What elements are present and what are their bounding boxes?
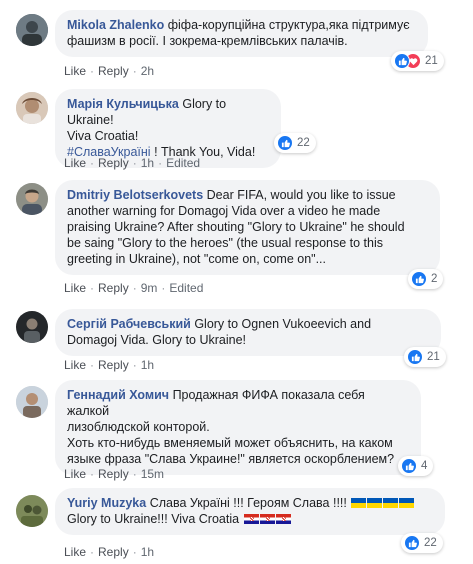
reaction-count: 21 xyxy=(427,351,440,363)
comment-time[interactable]: 1h xyxy=(141,358,154,372)
comment-time[interactable]: 1h xyxy=(141,156,154,170)
reply-link[interactable]: Reply xyxy=(98,281,129,295)
comment-text: another warning for Domagoj Vida over a … xyxy=(67,204,381,218)
comment-text: praising Ukraine? After shouting "Glory … xyxy=(67,220,405,234)
separator: · xyxy=(90,156,95,170)
avatar[interactable] xyxy=(16,183,48,215)
reaction-count: 22 xyxy=(424,537,437,549)
comment-bubble: Mikola Zhalenko фіфа-корупційна структур… xyxy=(55,10,428,57)
like-reaction-icon xyxy=(401,458,417,474)
avatar[interactable] xyxy=(16,92,48,124)
like-reaction-icon xyxy=(394,53,410,69)
ukraine-flag-icon xyxy=(367,498,383,508)
reply-link[interactable]: Reply xyxy=(98,358,129,372)
comment-time[interactable]: 1h xyxy=(141,545,154,559)
comment-text: greeting in Ukraine), not "come on, come… xyxy=(67,252,327,266)
comment-bubble: Геннадий Хомич Продажная ФИФА показала с… xyxy=(55,380,421,475)
comment-text: Dear FIFA, would you like to issue xyxy=(206,188,396,202)
ukraine-flag-icon xyxy=(399,498,415,508)
like-link[interactable]: Like xyxy=(64,467,86,481)
reaction-summary[interactable]: 2 xyxy=(408,269,444,289)
reaction-count: 2 xyxy=(431,273,438,285)
ukraine-flag-icon xyxy=(351,498,367,508)
like-link[interactable]: Like xyxy=(64,281,86,295)
reaction-count: 4 xyxy=(421,460,428,472)
reaction-count: 21 xyxy=(425,55,438,67)
avatar[interactable] xyxy=(16,311,48,343)
like-link[interactable]: Like xyxy=(64,545,86,559)
croatia-flag-icon xyxy=(259,514,275,524)
comment-text: Glory to Ognen Vukoeevich and xyxy=(194,317,372,331)
comment-bubble: Yuriy Muzyka Слава Україні !!! Героям Сл… xyxy=(55,488,445,535)
like-reaction-icon xyxy=(404,535,420,551)
ukraine-flag-icon xyxy=(383,498,399,508)
comment-actions: Like · Reply · 2h xyxy=(64,64,154,78)
comment-actions: Like · Reply · 9m · Edited xyxy=(64,281,203,295)
comment-text: фашизм в росії. І зокрема-кремлівських п… xyxy=(67,34,348,48)
comment-text: лизоблюдской конторой. xyxy=(67,420,210,434)
reaction-summary[interactable]: 21 xyxy=(404,347,446,367)
like-reaction-icon xyxy=(277,135,293,151)
comment-actions: Like · Reply · 1h xyxy=(64,358,154,372)
comment-text: Glory to Ukraine!!! Viva Croatia xyxy=(67,512,240,526)
separator: · xyxy=(132,467,137,481)
like-link[interactable]: Like xyxy=(64,156,86,170)
avatar[interactable] xyxy=(16,495,48,527)
reaction-summary[interactable]: 21 xyxy=(391,51,444,71)
reply-link[interactable]: Reply xyxy=(98,467,129,481)
separator: · xyxy=(158,156,163,170)
comment-actions: Like · Reply · 1h xyxy=(64,545,154,559)
like-reaction-icon xyxy=(407,349,423,365)
comment-text: Domagoj Vida. Glory to Ukraine! xyxy=(67,333,247,347)
separator: · xyxy=(90,358,95,372)
separator: · xyxy=(90,64,95,78)
comment-text: Viva Croatia! xyxy=(67,129,139,143)
comment-time[interactable]: 15m xyxy=(141,467,164,481)
comment-author[interactable]: Yuriy Muzyka xyxy=(67,496,146,510)
comment-text: be saing "Glory to the heroes" (the usua… xyxy=(67,236,383,250)
comment-bubble: Сергій Рабчевський Glory to Ognen Vukoee… xyxy=(55,309,441,356)
comment-author[interactable]: Марія Кульчицька xyxy=(67,97,179,111)
separator: · xyxy=(132,156,137,170)
comment-actions: Like · Reply · 1h · Edited xyxy=(64,156,200,170)
separator: · xyxy=(132,281,137,295)
reaction-summary[interactable]: 4 xyxy=(398,456,434,476)
comment-text: языке фраза "Слава Украине!" является ос… xyxy=(67,452,395,466)
comment-author[interactable]: Сергій Рабчевський xyxy=(67,317,191,331)
avatar[interactable] xyxy=(16,14,48,46)
comment-bubble: Dmitriy Belotserkovets Dear FIFA, would … xyxy=(55,180,440,275)
comment-author[interactable]: Dmitriy Belotserkovets xyxy=(67,188,203,202)
avatar[interactable] xyxy=(16,386,48,418)
separator: · xyxy=(132,545,137,559)
reply-link[interactable]: Reply xyxy=(98,64,129,78)
reply-link[interactable]: Reply xyxy=(98,545,129,559)
separator: · xyxy=(132,64,137,78)
separator: · xyxy=(132,358,137,372)
like-link[interactable]: Like xyxy=(64,64,86,78)
separator: · xyxy=(161,281,166,295)
croatia-flag-icon xyxy=(243,514,259,524)
comment-text: фіфа-корупційна структура,яка підтримує xyxy=(167,18,410,32)
reaction-summary[interactable]: 22 xyxy=(274,133,316,153)
croatia-flag-icon xyxy=(275,514,291,524)
comment-text: Хоть кто-нибудь вменяемый может объяснит… xyxy=(67,436,393,450)
comment-time[interactable]: 2h xyxy=(141,64,154,78)
separator: · xyxy=(90,281,95,295)
edited-label[interactable]: Edited xyxy=(166,156,200,170)
separator: · xyxy=(90,545,95,559)
comment-author[interactable]: Геннадий Хомич xyxy=(67,388,169,402)
reaction-summary[interactable]: 22 xyxy=(401,533,443,553)
comment-author[interactable]: Mikola Zhalenko xyxy=(67,18,164,32)
comment-feed: Mikola Zhalenko фіфа-корупційна структур… xyxy=(0,0,473,564)
comment-text: Слава Україні !!! Героям Слава !!!! xyxy=(149,496,347,510)
edited-label[interactable]: Edited xyxy=(169,281,203,295)
like-reaction-icon xyxy=(411,271,427,287)
separator: · xyxy=(90,467,95,481)
reply-link[interactable]: Reply xyxy=(98,156,129,170)
comment-time[interactable]: 9m xyxy=(141,281,158,295)
reaction-count: 22 xyxy=(297,137,310,149)
like-link[interactable]: Like xyxy=(64,358,86,372)
comment-actions: Like · Reply · 15m xyxy=(64,467,164,481)
